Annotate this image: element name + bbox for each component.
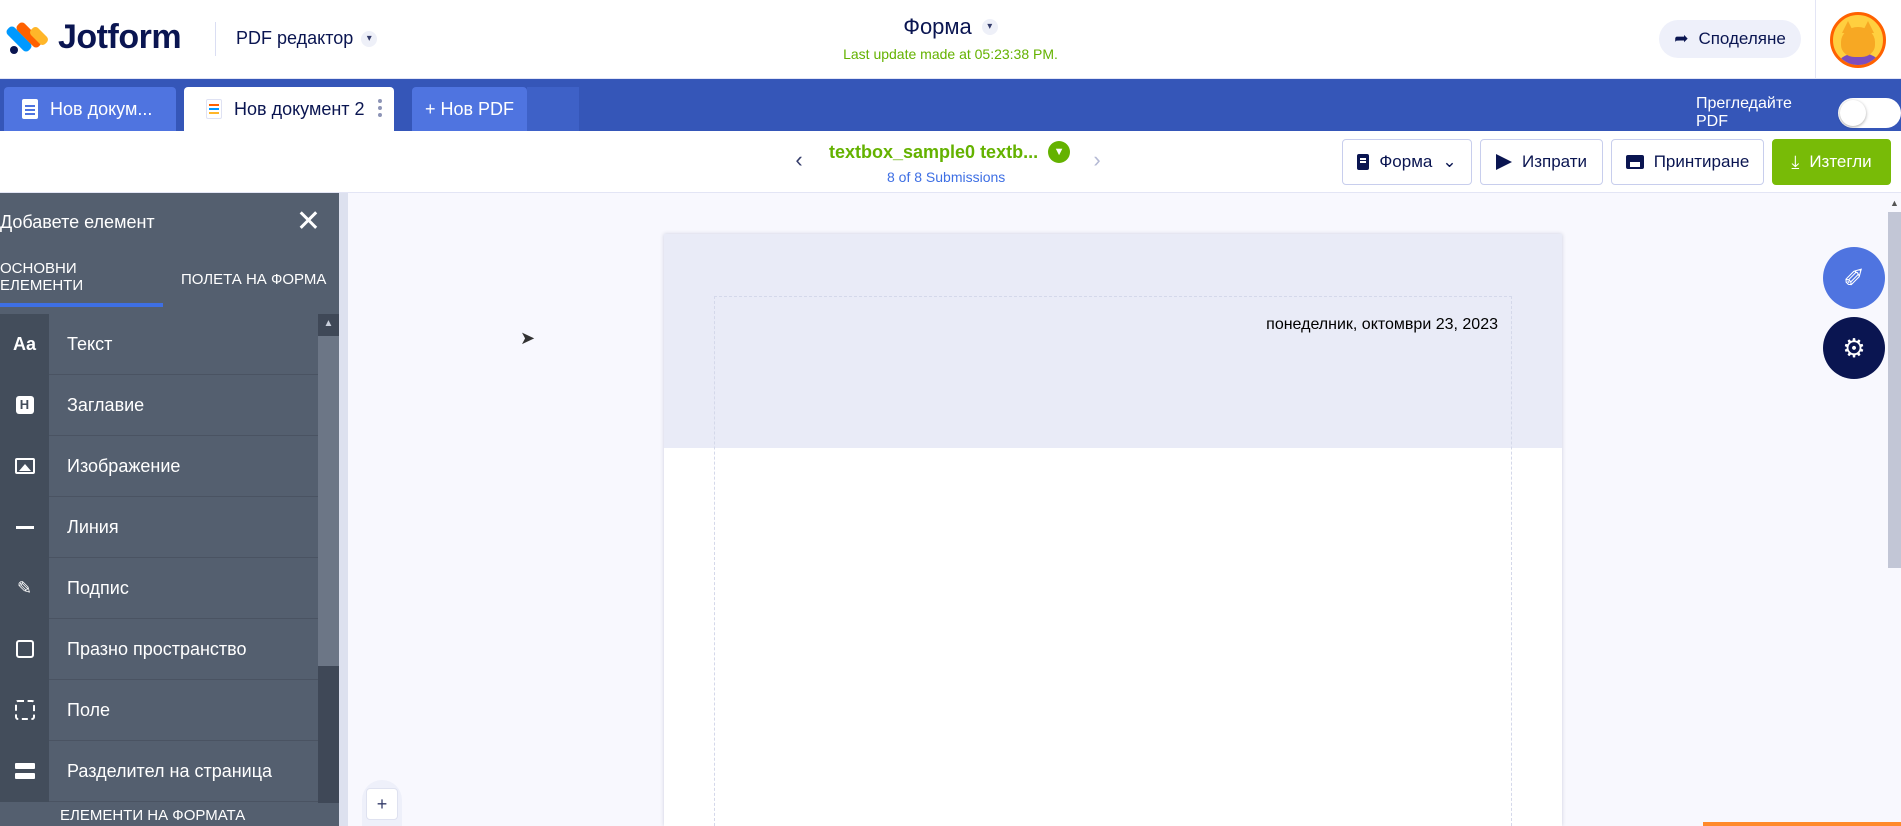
top-header: Jotform PDF редактор ▾ Форма ▾ Last upda… (0, 0, 1901, 79)
element-label: Празно пространство (67, 638, 247, 659)
field-icon (0, 679, 49, 741)
preview-pdf-toggle[interactable] (1838, 98, 1901, 128)
list-item-line[interactable]: Линия (0, 496, 318, 558)
print-icon (1625, 155, 1644, 169)
add-element-panel: Добавете елемент ✕ ОСНОВНИ ЕЛЕМЕНТИ ПОЛЕ… (0, 193, 339, 826)
tab-bar-spacer (527, 87, 579, 131)
next-submission-icon[interactable]: › (1087, 147, 1107, 173)
chevron-down-icon: ⌄ (1442, 152, 1457, 171)
submission-toolbar: ‹ textbox_sample0 textb... ▼ 8 of 8 Subm… (0, 131, 1901, 193)
scroll-up-icon[interactable]: ▲ (318, 314, 339, 334)
element-label: Текст (67, 333, 113, 354)
element-label: Заглавие (67, 394, 145, 415)
download-label: Изтегли (1809, 152, 1872, 171)
text-icon: Aa (0, 313, 49, 375)
tab-label: Нов документ 2 (234, 98, 365, 119)
avatar-divider (1815, 0, 1816, 79)
send-button[interactable]: Изпрати (1480, 139, 1603, 185)
send-label: Изпрати (1521, 152, 1588, 171)
heading-icon: H (0, 374, 49, 436)
spacer-icon (0, 618, 49, 680)
list-item-page-break[interactable]: Разделител на страница (0, 740, 318, 802)
element-label: Поле (67, 699, 111, 720)
panel-resize-handle[interactable] (339, 193, 348, 826)
mouse-cursor-icon: ➤ (520, 328, 536, 348)
list-item-heading[interactable]: H Заглавие (0, 374, 318, 436)
tab-document-2[interactable]: Нов документ 2 (184, 87, 394, 131)
submission-title: textbox_sample0 textb... (829, 141, 1039, 162)
share-icon: ➦ (1674, 29, 1689, 48)
chevron-down-icon: ▼ (1048, 141, 1071, 163)
chevron-down-icon: ▾ (981, 19, 998, 35)
panel-tabs: ОСНОВНИ ЕЛЕМЕНТИ ПОЛЕТА НА ФОРМА (0, 251, 339, 307)
print-button[interactable]: Принтиране (1611, 139, 1764, 185)
tab-label: Нов докум... (50, 98, 153, 119)
download-icon: ⤓ (1791, 151, 1800, 172)
form-title-area: Форма ▾ Last update made at 05:23:38 PM. (0, 14, 1901, 62)
bottom-accent-bar (1703, 822, 1901, 826)
line-icon (0, 496, 49, 558)
design-tool-button[interactable]: ✐ (1823, 247, 1885, 309)
paint-roller-icon: ✐ (1843, 262, 1865, 293)
add-page-button[interactable]: + (366, 788, 398, 820)
element-label: Разделител на страница (67, 760, 273, 781)
avatar[interactable] (1830, 12, 1886, 68)
document-icon (206, 99, 222, 119)
scroll-up-icon[interactable]: ▲ (1888, 198, 1901, 212)
previous-submission-icon[interactable]: ‹ (789, 147, 809, 173)
form-dropdown-button[interactable]: Форма ⌄ (1342, 139, 1472, 185)
element-label: Изображение (67, 455, 181, 476)
document-tabs-bar: Нов докум... Нов документ 2 + Нов PDF Пр… (0, 79, 1901, 131)
close-icon[interactable]: ✕ (296, 207, 321, 237)
element-list: Aa Текст H Заглавие Изображение Линия ✎ … (0, 313, 318, 803)
panel-section-footer[interactable]: ЕЛЕМЕНТИ НА ФОРМАТА (60, 807, 245, 824)
submission-selector[interactable]: textbox_sample0 textb... ▼ (829, 141, 1071, 163)
page-break-icon (0, 740, 49, 802)
element-label: Подпис (67, 577, 129, 598)
element-label: Линия (67, 516, 119, 537)
list-item-signature[interactable]: ✎ Подпис (0, 557, 318, 619)
form-title-dropdown[interactable]: Форма ▾ (903, 14, 998, 40)
preview-pdf-label: Прегледайте PDF (1696, 95, 1792, 130)
list-item-field[interactable]: Поле (0, 679, 318, 741)
submission-count: 8 of 8 Submissions (887, 169, 1006, 185)
list-item-text[interactable]: Aa Текст (0, 313, 318, 375)
pdf-page[interactable]: понеделник, октомври 23, 2023 (664, 234, 1562, 826)
last-update-status: Last update made at 05:23:38 PM. (843, 46, 1058, 62)
tab-form-fields[interactable]: ПОЛЕТА НА ФОРМА (163, 251, 339, 307)
page-margin-guide (714, 296, 1512, 826)
signature-icon: ✎ (0, 557, 49, 619)
share-button[interactable]: ➦ Споделяне (1659, 20, 1801, 58)
list-item-image[interactable]: Изображение (0, 435, 318, 497)
image-icon (0, 435, 49, 497)
form-title: Форма (903, 14, 972, 39)
tab-basic-elements[interactable]: ОСНОВНИ ЕЛЕМЕНТИ (0, 251, 163, 307)
panel-scrollbar-thumb[interactable] (318, 336, 339, 666)
settings-button[interactable]: ⚙ (1823, 317, 1885, 379)
list-item-spacer[interactable]: Празно пространство (0, 618, 318, 680)
canvas-scrollbar[interactable] (1888, 212, 1901, 568)
preview-pdf-control: Прегледайте PDF (1696, 95, 1901, 131)
send-icon (1495, 154, 1512, 170)
form-icon (1357, 154, 1370, 170)
share-label: Споделяне (1698, 29, 1786, 48)
tab-document-1[interactable]: Нов докум... (4, 87, 176, 131)
new-pdf-button[interactable]: + Нов PDF (412, 87, 527, 131)
gear-icon: ⚙ (1842, 332, 1866, 363)
panel-title: Добавете елемент (0, 211, 155, 232)
panel-header: Добавете елемент ✕ (0, 193, 339, 251)
form-button-label: Форма (1379, 152, 1433, 171)
more-options-icon[interactable] (378, 99, 382, 119)
download-button[interactable]: ⤓ Изтегли (1772, 139, 1891, 185)
document-date[interactable]: понеделник, октомври 23, 2023 (1266, 316, 1498, 334)
print-label: Принтиране (1653, 152, 1750, 171)
document-icon (22, 99, 38, 119)
